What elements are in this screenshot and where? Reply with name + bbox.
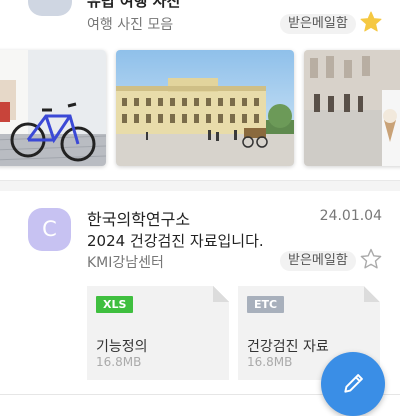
email-subject: 2024 건강검진 자료입니다. <box>87 232 264 250</box>
file-type-badge: XLS <box>96 296 133 313</box>
bicycle-photo[interactable] <box>0 50 106 166</box>
email-date: 24.01.04 <box>319 208 382 224</box>
attachment-size: 16.8MB <box>96 355 142 369</box>
attachment-name: 기능정의 <box>96 339 148 355</box>
email-from: KMI강남센터 <box>87 255 164 271</box>
file-type-badge: ETC <box>247 296 284 313</box>
pencil-icon <box>344 374 363 393</box>
folder-tag: 받은메일함 <box>280 14 356 34</box>
page-fold <box>213 286 229 302</box>
attachment-name: 건강검진 자료 <box>247 339 329 355</box>
street-photo[interactable] <box>304 50 400 166</box>
avatar <box>28 0 72 16</box>
attachment-card[interactable]: XLS 기능정의 16.8MB <box>87 286 229 380</box>
email-subject: 유럽 여행 사진 <box>87 0 181 10</box>
palace-photo[interactable] <box>116 50 294 166</box>
attachment-size: 16.8MB <box>247 355 293 369</box>
star-filled-icon[interactable] <box>359 10 383 34</box>
compose-button[interactable] <box>321 352 385 416</box>
email-sender: 여행 사진 모음 <box>87 17 174 33</box>
star-outline-icon[interactable] <box>359 247 383 271</box>
page-fold <box>364 286 380 302</box>
avatar: C <box>28 208 71 251</box>
email-item-top[interactable]: 유럽 여행 사진 여행 사진 모음 받은메일함 <box>0 0 400 44</box>
section-divider <box>0 180 400 191</box>
email-sender: 한국의학연구소 <box>87 210 191 229</box>
folder-tag: 받은메일함 <box>280 251 356 271</box>
